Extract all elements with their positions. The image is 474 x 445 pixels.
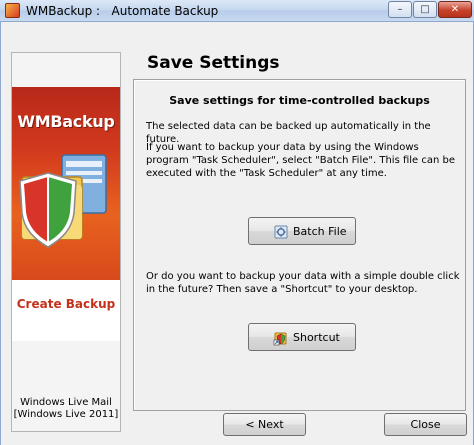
settings-panel: Save settings for time-controlled backup… [133,79,466,411]
banner-strip: Create Backup [12,280,120,341]
shortcut-button[interactable]: Shortcut [248,323,356,351]
mail-client-caption: Windows Live Mail [Windows Live 2011] [12,397,120,421]
banner-subtitle: Create Backup [16,297,116,311]
next-button[interactable]: < Next [223,413,306,436]
sidebar-panel: WMBackup Create Backup Windows Live Mail… [11,52,121,432]
window-body: WMBackup Create Backup Windows Live Mail… [0,22,474,445]
caption-line2: [Windows Live 2011] [13,409,119,420]
window-title: WMBackup : Automate Backup [26,4,219,18]
banner-title: WMBackup [17,112,115,131]
caption-line1: Windows Live Mail [20,397,112,408]
close-window-button[interactable]: ✕ [438,1,472,18]
title-bar: WMBackup : Automate Backup – □ ✕ [0,0,474,22]
section-title: Save settings for time-controlled backup… [169,94,430,107]
batch-file-label: Batch File [293,225,347,238]
product-banner: WMBackup Create Backup [12,87,120,341]
shortcut-label: Shortcut [293,331,340,344]
maximize-button[interactable]: □ [413,1,437,18]
app-icon[interactable] [5,3,20,18]
shield-folder-logo-icon [19,154,107,248]
batch-file-button[interactable]: Batch File [248,217,356,245]
shortcut-description: Or do you want to backup your data with … [146,271,460,295]
close-button[interactable]: Close [384,413,467,436]
shortcut-icon [273,332,287,346]
page-title: Save Settings [147,53,280,73]
batch-file-icon [274,225,288,239]
batch-description: If you want to backup your data by using… [146,142,456,179]
minimize-button[interactable]: – [388,1,412,18]
